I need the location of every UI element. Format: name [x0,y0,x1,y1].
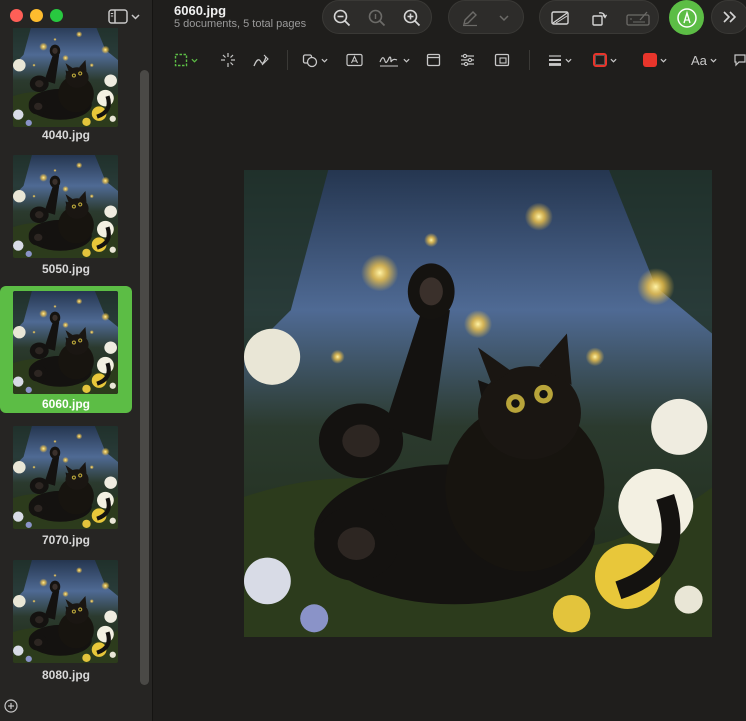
text-tool-button[interactable] [346,49,363,71]
thumbnail-label: 4040.jpg [41,128,91,142]
adjust-size-button[interactable] [494,49,510,71]
sidebar-scrollbar[interactable] [140,70,149,685]
thumbnail-label: 8080.jpg [41,668,91,682]
shapes-tool-button[interactable] [302,49,328,71]
text-box-icon [346,53,363,67]
thumbnail-image [13,291,118,394]
add-page-button[interactable] [4,699,18,713]
sign-button[interactable] [620,1,656,35]
signature-icon [626,11,650,26]
zoom-controls [322,0,432,34]
sidebar-toggle-button[interactable] [108,7,144,25]
chevron-down-icon [565,58,572,63]
thumbnail-item[interactable]: 5050.jpg [0,150,132,277]
highlight-options-button[interactable] [487,1,521,35]
document-subtitle: 5 documents, 5 total pages [174,18,307,30]
chevron-down-icon [131,13,140,20]
more-tools-button[interactable] [711,0,746,34]
adjust-color-button[interactable] [460,49,475,71]
toolbar-divider [287,50,288,70]
description-button[interactable] [734,49,746,71]
chevron-down-icon [710,58,717,63]
thumbnail-list[interactable]: 4040.jpg 5050.jpg 6060.jpg 7070.jpg 8080… [0,28,140,693]
thumbnail-image [13,155,118,258]
shapes-icon [302,54,318,68]
sketch-icon [253,54,269,67]
image-edit-icon [551,11,569,25]
instant-alpha-button[interactable] [220,49,236,71]
text-style-label: Aa [691,52,707,68]
actual-size-button[interactable] [360,1,394,35]
speech-bubble-icon [734,54,746,67]
plus-circle-icon [4,699,18,713]
border-color-button[interactable] [593,49,617,71]
sketch-tool-button[interactable] [252,49,270,71]
fill-color-button[interactable] [643,49,667,71]
thumbnail-image [13,426,118,529]
chevron-down-icon [499,15,509,22]
zoom-in-icon [403,9,421,27]
sliders-icon [461,53,474,67]
thumbnail-item[interactable]: 4040.jpg [0,28,132,143]
thumbnail-image [13,560,118,663]
zoom-out-icon [333,9,351,27]
markup-button[interactable] [669,0,704,35]
chevron-down-icon [321,58,328,63]
document-title: 6060.jpg [174,3,227,18]
signature-icon [379,56,398,67]
thumbnail-image [13,28,118,127]
zoom-out-button[interactable] [325,1,359,35]
text-style-button[interactable]: Aa [691,49,717,71]
edit-controls [539,0,659,34]
selection-tool-button[interactable] [174,49,198,71]
sidebar-icon [108,8,128,24]
magic-wand-icon [221,53,235,67]
thumbnail-label: 5050.jpg [41,262,91,276]
line-style-icon [549,55,561,66]
fill-color-swatch [643,53,657,67]
close-window-button[interactable] [10,9,23,22]
maximize-window-button[interactable] [50,9,63,22]
chevron-down-icon [191,58,198,63]
shape-style-button[interactable] [548,49,572,71]
remove-background-button[interactable] [543,1,577,35]
thumbnail-label: 7070.jpg [41,533,91,547]
chevron-down-icon [403,58,410,63]
highlight-button[interactable] [453,1,487,35]
toolbar-divider [529,50,530,70]
page-layout-button[interactable] [426,49,441,71]
thumbnail-item[interactable]: 8080.jpg [0,556,132,683]
highlight-controls [448,0,524,34]
rectangle-selection-icon [174,53,188,67]
chevron-down-icon [660,58,667,63]
toolbar: 6060.jpg 5 documents, 5 total pages Aa [154,0,746,80]
markup-icon [676,7,697,28]
actual-size-icon [368,9,386,27]
resize-icon [494,53,510,67]
zoom-in-button[interactable] [395,1,429,35]
signature-tool-button[interactable] [378,49,410,71]
pencil-icon [463,11,477,27]
sidebar: 4040.jpg 5050.jpg 6060.jpg 7070.jpg 8080… [0,0,153,721]
rotate-icon [592,12,608,26]
thumbnail-item[interactable]: 7070.jpg [0,422,132,549]
thumbnail-label: 6060.jpg [41,397,91,411]
rotate-button[interactable] [582,1,616,35]
document-image[interactable] [244,170,712,637]
chevrons-right-icon [723,11,737,23]
thumbnail-item-selected[interactable]: 6060.jpg [0,286,132,413]
border-color-swatch [593,53,607,67]
chevron-down-icon [610,58,617,63]
window-icon [426,53,441,67]
minimize-window-button[interactable] [30,9,43,22]
